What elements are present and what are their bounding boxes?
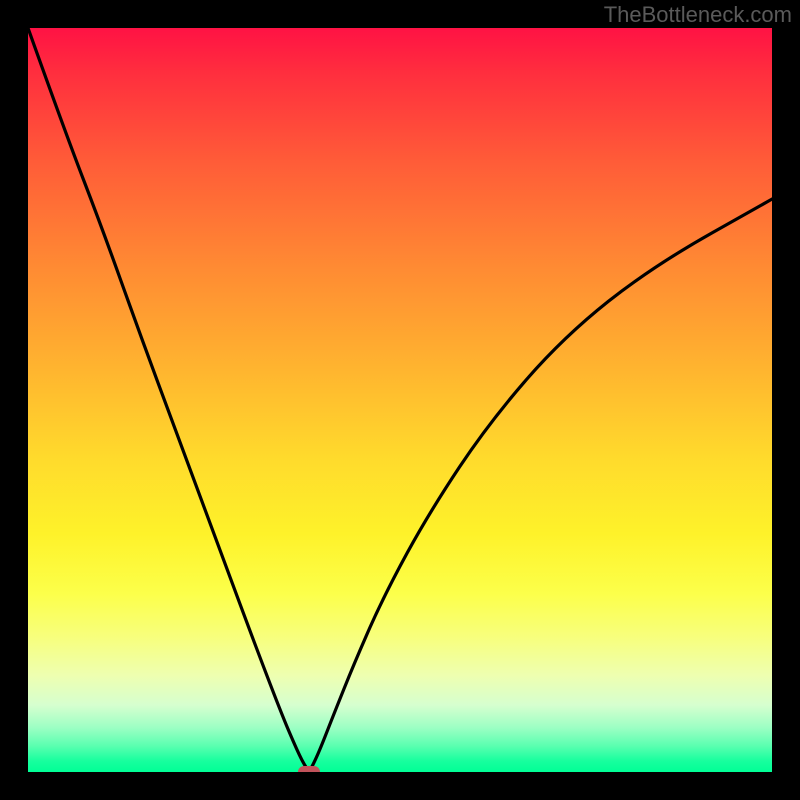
plot-area xyxy=(28,28,772,772)
bottleneck-curve xyxy=(28,28,772,772)
minimum-marker xyxy=(298,766,320,772)
curve-svg xyxy=(28,28,772,772)
watermark-text: TheBottleneck.com xyxy=(604,2,792,28)
